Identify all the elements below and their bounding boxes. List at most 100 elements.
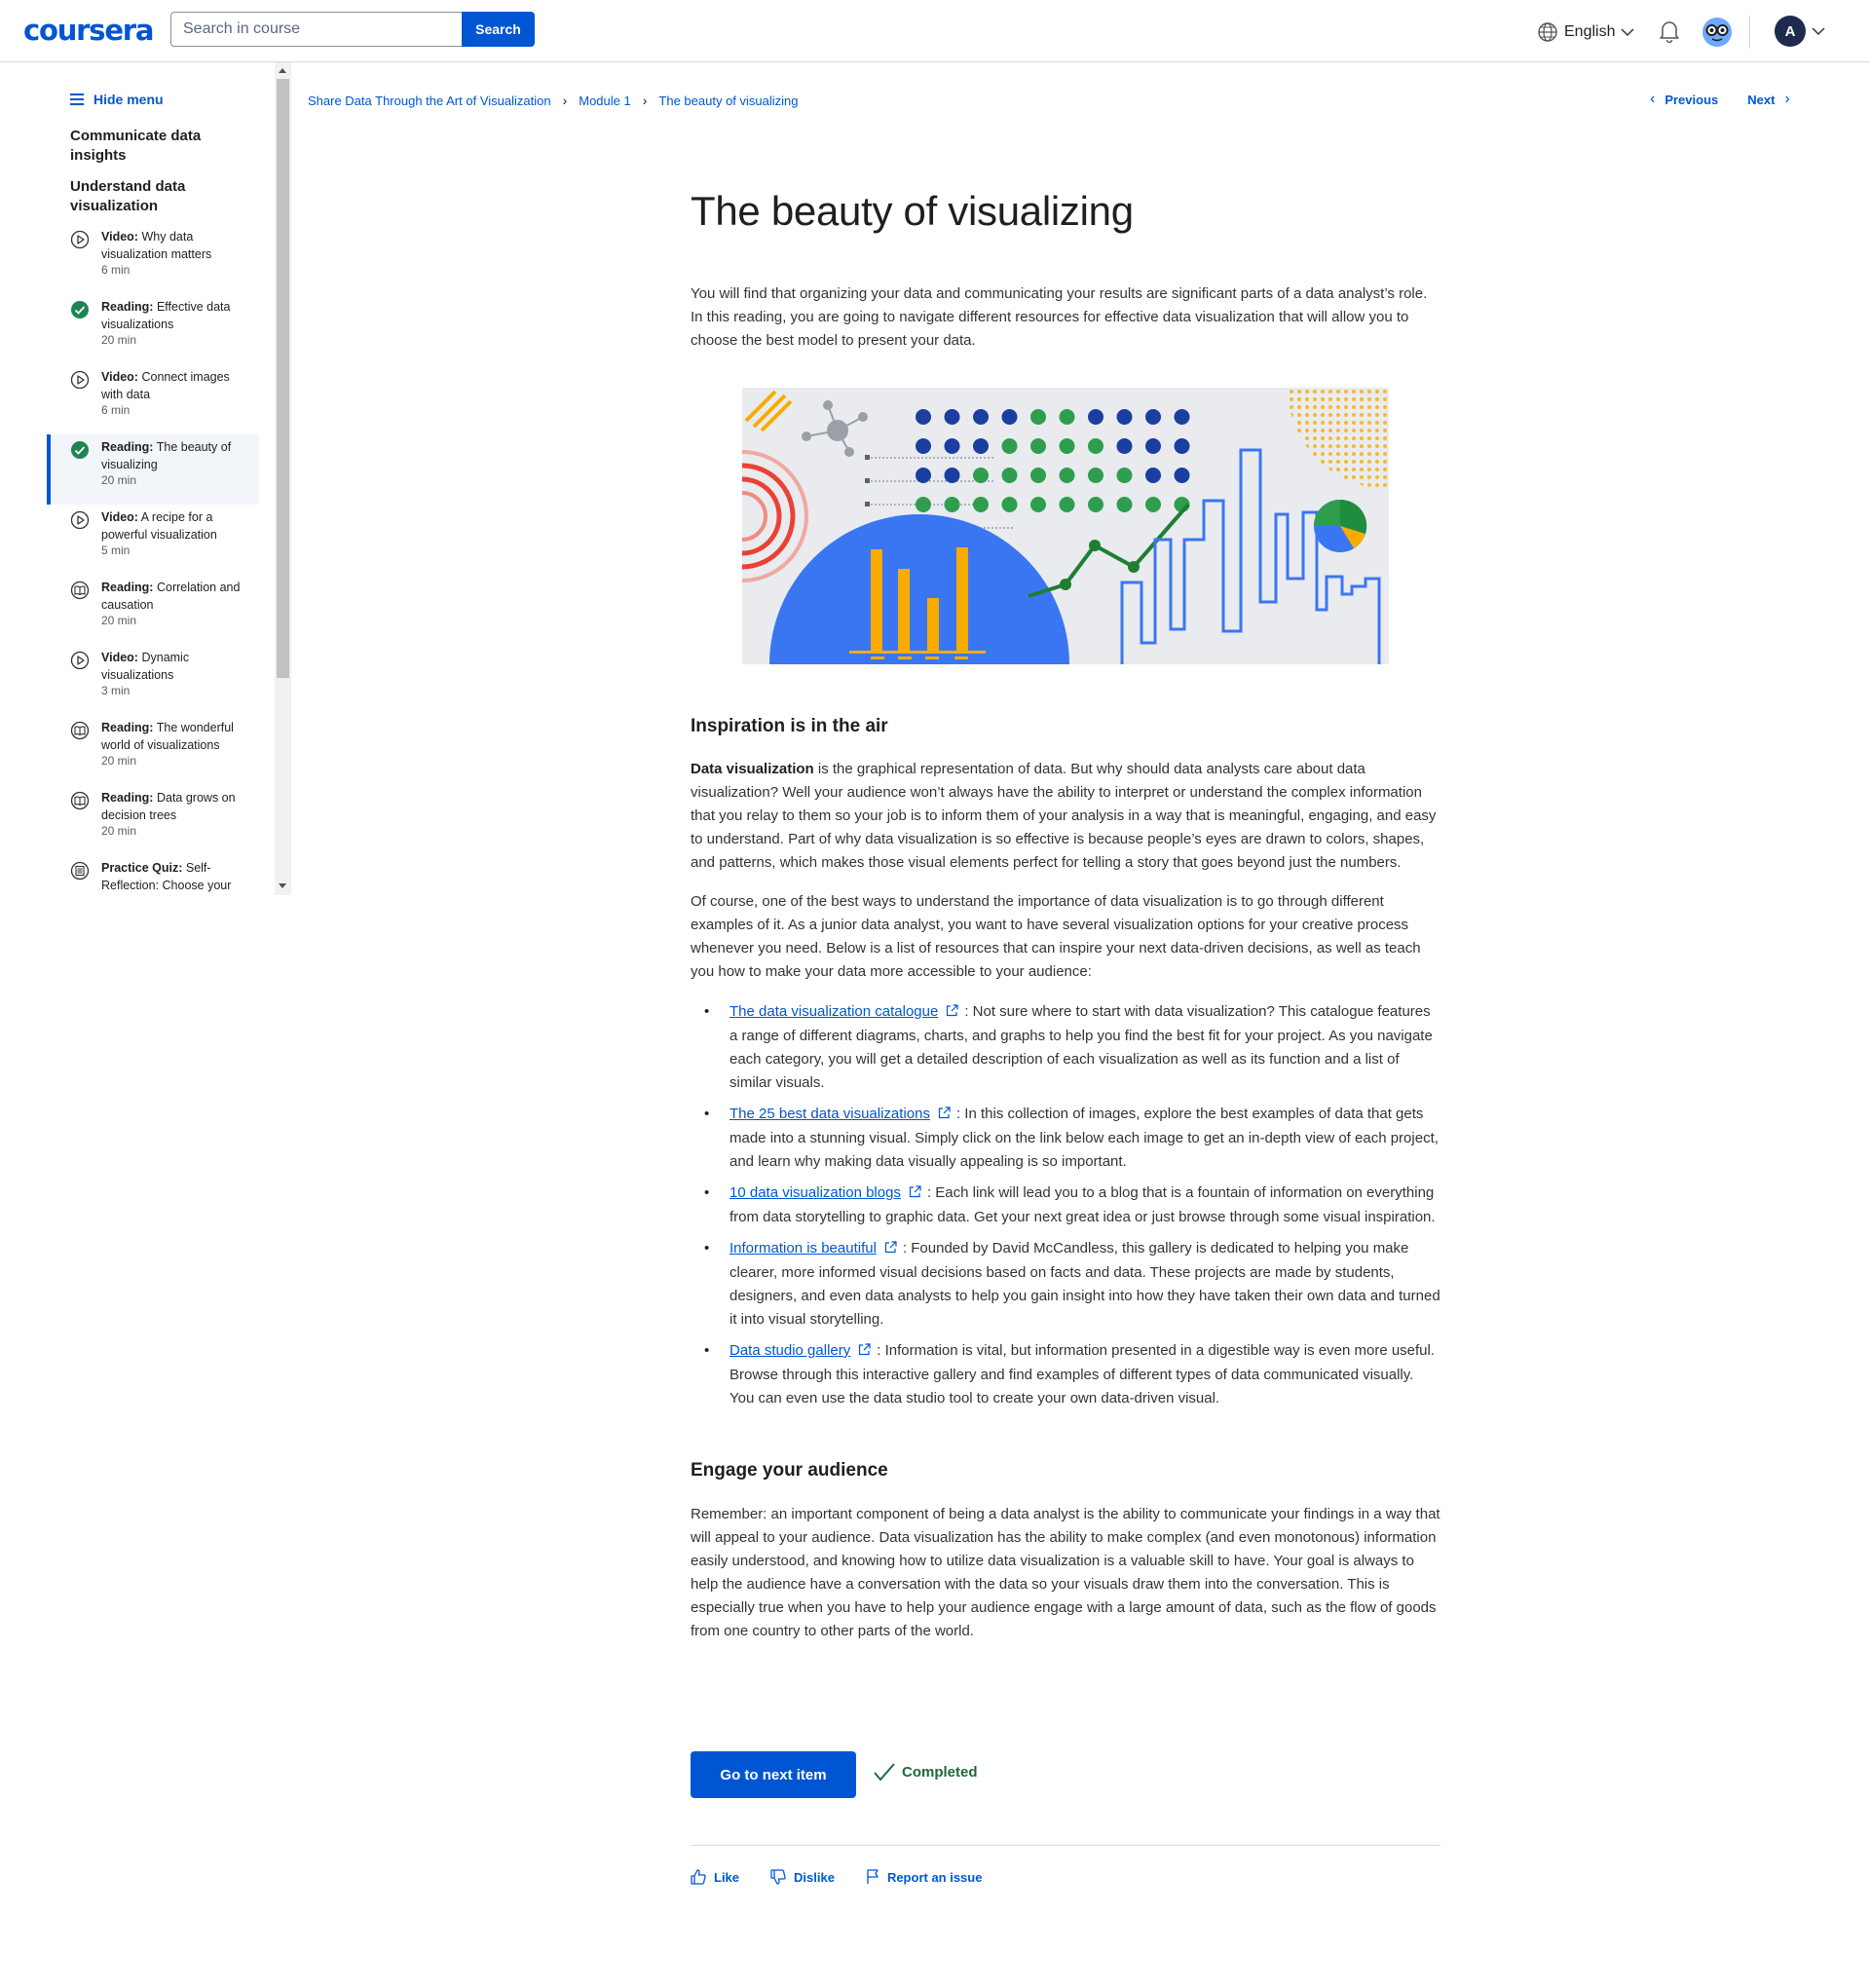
coach-button[interactable] (1702, 17, 1733, 53)
like-button[interactable]: Like (691, 1869, 739, 1885)
chevron-down-icon (1621, 28, 1635, 37)
illustration-dot (1145, 497, 1161, 512)
item-duration: 20 min (101, 614, 137, 627)
item-type: Reading: (101, 440, 154, 454)
sidebar-item[interactable]: Reading: The beauty of visualizing 20 min (47, 434, 259, 505)
search-input[interactable] (170, 12, 462, 47)
illustration-dot (1088, 497, 1103, 512)
resource-link[interactable]: Information is beautiful (729, 1240, 877, 1257)
sidebar-item[interactable]: Video: A recipe for a powerful visualiza… (47, 505, 259, 575)
illustration-dot (916, 497, 931, 512)
sidebar-item[interactable]: Video: Connect images with data 6 min (47, 364, 259, 434)
scroll-thumb[interactable] (277, 79, 289, 678)
top-header: coursera Search English A (0, 0, 1870, 62)
hero-illustration (742, 388, 1389, 664)
item-type: Video: (101, 370, 138, 384)
user-menu[interactable]: A (1775, 16, 1825, 47)
illustration-dot (916, 438, 931, 454)
lesson-title[interactable]: Understand data visualization (70, 177, 216, 216)
avatar: A (1775, 16, 1806, 47)
paragraph-data-visualization: Data visualization is the graphical repr… (691, 758, 1440, 875)
item-duration: 5 min (101, 544, 131, 557)
paragraph-examples: Of course, one of the best ways to under… (691, 893, 1421, 980)
illustration-dot (973, 497, 989, 512)
item-type: Reading: (101, 791, 154, 805)
illustration-dot (1030, 468, 1046, 483)
sidebar-item[interactable]: Practice Quiz: Self-Reflection: Choose y… (47, 855, 259, 895)
chevron-left-icon: ‹ (1650, 91, 1656, 107)
illustration-dot (916, 468, 931, 483)
scroll-down-arrow[interactable] (279, 883, 286, 888)
sidebar-item[interactable]: Video: Dynamic visualizations 3 min (47, 645, 259, 715)
check-circle-icon (70, 440, 90, 460)
item-type: Reading: (101, 721, 154, 734)
breadcrumb-course[interactable]: Share Data Through the Art of Visualizat… (308, 94, 551, 108)
notifications-button[interactable] (1659, 19, 1680, 48)
item-duration: 20 min (101, 754, 137, 768)
reading-content: The beauty of visualizing You will find … (691, 175, 1440, 349)
breadcrumb-item[interactable]: The beauty of visualizing (658, 94, 798, 108)
hide-menu-button[interactable]: Hide menu (70, 92, 164, 107)
resources-list: The data visualization catalogue: Not su… (691, 1000, 1440, 1418)
go-to-next-item-button[interactable]: Go to next item (691, 1751, 856, 1798)
bold-term: Data visualization (691, 761, 814, 777)
resource-item: The 25 best data visualizations: In this… (691, 1103, 1440, 1174)
sidebar-item-label: Reading: Correlation and causation (101, 579, 247, 614)
sidebar-item[interactable]: Reading: Correlation and causation 20 min (47, 575, 259, 645)
sidebar-item-label: Reading: The wonderful world of visualiz… (101, 719, 247, 754)
next-button[interactable]: Next › (1747, 91, 1790, 108)
page-title: The beauty of visualizing (691, 188, 1134, 234)
header-divider (1749, 16, 1750, 49)
section-heading-engage: Engage your audience (691, 1460, 888, 1481)
globe-icon (1538, 22, 1557, 42)
sidebar-item[interactable]: Reading: Data grows on decision trees 20 … (47, 785, 259, 855)
illustration-dot (1116, 468, 1133, 483)
illustration-dot (1001, 497, 1018, 512)
report-label: Report an issue (886, 1869, 983, 1885)
sidebar-item-label: Practice Quiz: Self-Reflection: Choose y… (101, 859, 247, 894)
menu-icon (70, 94, 84, 105)
sidebar-item-label: Video: Dynamic visualizations (101, 649, 247, 684)
module-title[interactable]: Communicate data insights (70, 127, 216, 166)
coursera-logo[interactable]: coursera (23, 14, 154, 47)
sidebar-item[interactable]: Reading: Effective data visualizations 20… (47, 294, 259, 364)
sidebar-item-label: Video: A recipe for a powerful visualiza… (101, 508, 247, 544)
item-type: Video: (101, 651, 138, 664)
breadcrumb-module[interactable]: Module 1 (579, 94, 630, 108)
illustration-dot (1088, 468, 1103, 483)
item-type: Practice Quiz: (101, 861, 183, 875)
resource-link[interactable]: The data visualization catalogue (729, 1003, 938, 1020)
play-icon (70, 651, 90, 670)
section-heading-inspiration: Inspiration is in the air (691, 716, 888, 736)
previous-label: Previous (1664, 92, 1719, 107)
illustration-dot (1001, 438, 1018, 454)
course-sidebar: Hide menu Communicate data insights Unde… (47, 62, 292, 895)
previous-button[interactable]: ‹ Previous (1650, 91, 1718, 108)
resource-link[interactable]: 10 data visualization blogs (729, 1184, 901, 1201)
illustration-dot (1088, 438, 1103, 454)
sidebar-item[interactable]: Reading: The wonderful world of visualiz… (47, 715, 259, 785)
report-issue-button[interactable]: Report an issue (866, 1869, 983, 1885)
illustration-dot (1059, 409, 1075, 425)
sidebar-item[interactable]: Video: Why data visualization matters 6 m… (47, 224, 259, 294)
resource-link[interactable]: Data studio gallery (729, 1342, 850, 1359)
resource-item: Information is beautiful: Founded by Dav… (691, 1237, 1440, 1332)
dislike-label: Dislike (794, 1869, 835, 1885)
illustration-dot (1001, 409, 1018, 425)
resource-item: 10 data visualization blogs: Each link w… (691, 1182, 1440, 1229)
item-duration: 20 min (101, 824, 137, 838)
dislike-button[interactable]: Dislike (770, 1869, 835, 1885)
illustration-dot (944, 497, 960, 512)
item-duration: 6 min (101, 403, 131, 417)
scroll-up-arrow[interactable] (279, 68, 286, 73)
chevron-down-icon (1812, 27, 1825, 36)
thumbs-down-icon (770, 1869, 786, 1885)
illustration-dot (1145, 468, 1161, 483)
external-link-icon (946, 1001, 958, 1025)
resource-item: The data visualization catalogue: Not su… (691, 1000, 1440, 1095)
language-selector[interactable]: English (1537, 21, 1635, 43)
resource-link[interactable]: The 25 best data visualizations (729, 1106, 930, 1122)
illustration-dot (1116, 438, 1133, 454)
search-button[interactable]: Search (462, 12, 535, 47)
sidebar-scrollbar[interactable] (275, 62, 291, 895)
